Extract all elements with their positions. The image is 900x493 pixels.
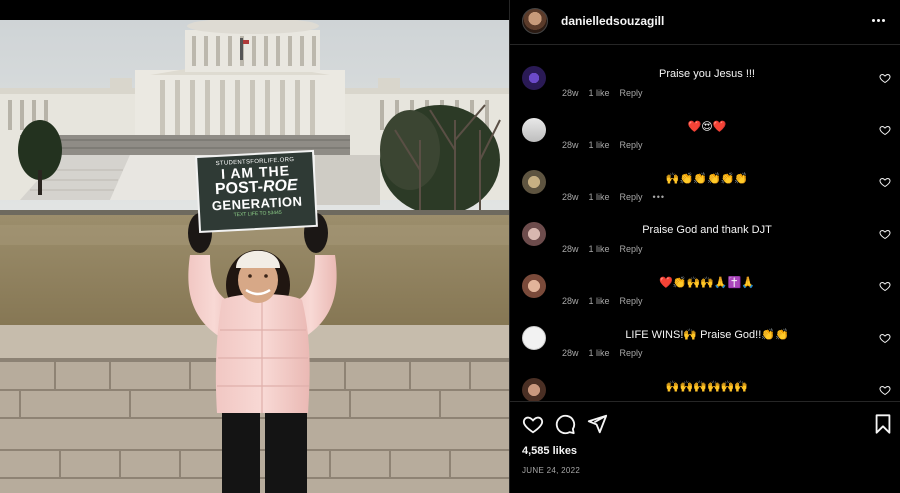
comment-like-heart-icon[interactable] xyxy=(879,280,891,292)
comment-more-icon[interactable]: ••• xyxy=(653,192,665,202)
comment-meta: 28w 1 like Reply xyxy=(562,140,643,150)
comment-age: 28w xyxy=(562,244,579,254)
comment-text: Praise God and thank DJT xyxy=(642,224,772,236)
author-avatar[interactable] xyxy=(522,8,548,34)
comment-like-heart-icon[interactable] xyxy=(879,332,891,344)
post-photo[interactable]: STUDENTSFORLIFE.ORG I AM THE POST-ROE GE… xyxy=(0,0,509,493)
reply-button[interactable]: Reply xyxy=(620,140,643,150)
comment-item: ❤️👏🙌🙌🙏✝️🙏 28w 1 like Reply xyxy=(510,270,900,322)
photo-top-margin xyxy=(0,0,509,20)
share-icon[interactable] xyxy=(586,413,608,435)
comment-item: Praise God and thank DJT 28w 1 like Repl… xyxy=(510,218,900,270)
comment-meta: 28w 1 like Reply ••• xyxy=(562,192,665,202)
comment-meta: 28w 1 like Reply xyxy=(562,88,643,98)
post-sidebar: danielledsouzagill Praise you Jesus !!! … xyxy=(509,0,900,493)
commenter-avatar[interactable] xyxy=(522,222,546,246)
comment-meta: 28w 1 like Reply xyxy=(562,348,643,358)
sign-roe: ROE xyxy=(262,176,299,196)
comment-text: 🙌👏👏👏👏👏 xyxy=(665,173,749,185)
comment-text: LIFE WINS!🙌 Praise God!!👏👏 xyxy=(625,329,789,341)
comment-like-heart-icon[interactable] xyxy=(879,176,891,188)
comment-likes[interactable]: 1 like xyxy=(589,244,610,254)
comment-meta: 28w 1 like Reply xyxy=(562,296,643,306)
like-count[interactable]: 4,585 likes xyxy=(522,445,577,457)
comment-like-heart-icon[interactable] xyxy=(879,72,891,84)
comment-icon[interactable] xyxy=(554,413,576,435)
reply-button[interactable]: Reply xyxy=(620,244,643,254)
commenter-avatar[interactable] xyxy=(522,326,546,350)
comment-likes[interactable]: 1 like xyxy=(589,192,610,202)
comment-item: 🙌🙌🙌🙌🙌🙌 xyxy=(510,374,900,401)
comment-likes[interactable]: 1 like xyxy=(589,296,610,306)
comment-text: 🙌🙌🙌🙌🙌🙌 xyxy=(665,381,749,393)
commenter-avatar[interactable] xyxy=(522,170,546,194)
sign-text: STUDENTSFORLIFE.ORG I AM THE POST-ROE GE… xyxy=(196,151,317,232)
comment-item: Praise you Jesus !!! 28w 1 like Reply xyxy=(510,62,900,114)
comment-age: 28w xyxy=(562,296,579,306)
post-image xyxy=(0,18,509,493)
commenter-avatar[interactable] xyxy=(522,118,546,142)
bookmark-icon[interactable] xyxy=(872,413,894,435)
heart-icon[interactable] xyxy=(522,413,544,435)
comment-meta: 28w 1 like Reply xyxy=(562,244,643,254)
comment-item: ❤️😍❤️ 28w 1 like Reply xyxy=(510,114,900,166)
comment-like-heart-icon[interactable] xyxy=(879,384,891,396)
commenter-avatar[interactable] xyxy=(522,274,546,298)
author-username[interactable]: danielledsouzagill xyxy=(561,14,664,28)
comment-age: 28w xyxy=(562,140,579,150)
comment-likes[interactable]: 1 like xyxy=(589,140,610,150)
comment-likes[interactable]: 1 like xyxy=(589,348,610,358)
more-options-icon[interactable] xyxy=(869,10,887,30)
reply-button[interactable]: Reply xyxy=(620,192,643,202)
comment-list[interactable]: Praise you Jesus !!! 28w 1 like Reply ❤️… xyxy=(510,46,900,401)
reply-button[interactable]: Reply xyxy=(620,296,643,306)
comment-item: 🙌👏👏👏👏👏 28w 1 like Reply ••• xyxy=(510,166,900,218)
comment-likes[interactable]: 1 like xyxy=(589,88,610,98)
comment-age: 28w xyxy=(562,192,579,202)
comment-text: ❤️👏🙌🙌🙏✝️🙏 xyxy=(659,277,755,289)
comment-age: 28w xyxy=(562,348,579,358)
comment-text: ❤️😍❤️ xyxy=(687,121,727,133)
post-date: JUNE 24, 2022 xyxy=(522,466,581,475)
comment-like-heart-icon[interactable] xyxy=(879,124,891,136)
post-header: danielledsouzagill xyxy=(510,0,900,45)
comment-age: 28w xyxy=(562,88,579,98)
commenter-avatar[interactable] xyxy=(522,66,546,90)
comment-item: LIFE WINS!🙌 Praise God!!👏👏 28w 1 like Re… xyxy=(510,322,900,374)
comment-text: Praise you Jesus !!! xyxy=(659,68,755,80)
reply-button[interactable]: Reply xyxy=(620,88,643,98)
comment-like-heart-icon[interactable] xyxy=(879,228,891,240)
commenter-avatar[interactable] xyxy=(522,378,546,401)
reply-button[interactable]: Reply xyxy=(620,348,643,358)
